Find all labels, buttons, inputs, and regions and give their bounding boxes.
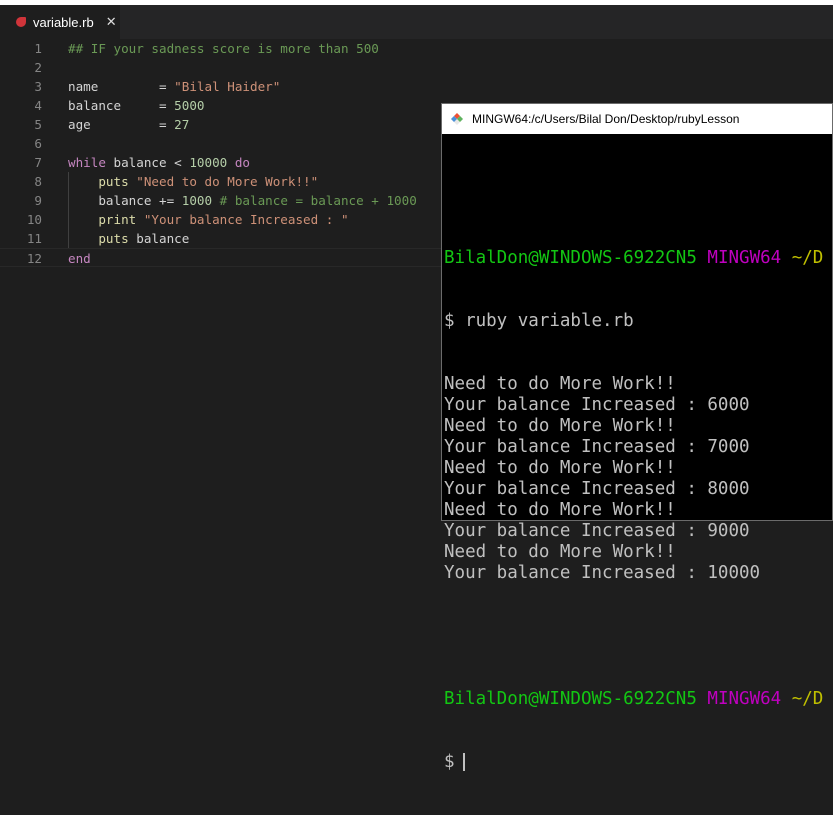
token-fn: puts (68, 231, 137, 246)
prompt-shell: MINGW64 (707, 689, 782, 709)
code-text: puts "Need to do More Work!!" (68, 172, 318, 191)
output-line: Need to do More Work!! (444, 500, 676, 520)
output-line: Need to do More Work!! (444, 458, 676, 478)
output-line: Need to do More Work!! (444, 374, 676, 394)
token-var: balance (68, 98, 159, 113)
line-number: 6 (34, 136, 42, 151)
command-line: $ ruby variable.rb (444, 311, 634, 331)
output-line: Your balance Increased : 8000 (444, 479, 750, 499)
output-line: Your balance Increased : 10000 (444, 563, 761, 583)
token-op: = (159, 98, 175, 113)
token-num: 5000 (174, 98, 205, 113)
token-kw: while (68, 155, 106, 170)
token-str: "Your balance Increased : " (143, 212, 349, 227)
code-text: puts balance (68, 229, 189, 248)
output-line: Need to do More Work!! (444, 416, 676, 436)
output-line: Your balance Increased : 9000 (444, 521, 750, 541)
token-op: = (159, 117, 175, 132)
code-text: balance = 5000 (68, 96, 205, 115)
token-op: = (159, 79, 175, 94)
token-var: name (68, 79, 159, 94)
code-text: age = 27 (68, 115, 189, 134)
editor-tab-bar: variable.rb ✕ (0, 5, 833, 39)
token-comment: # balance = balance + 1000 (212, 193, 417, 208)
terminal-window[interactable]: MINGW64:/c/Users/Bilal Don/Desktop/rubyL… (441, 103, 833, 772)
terminal-title-bar[interactable]: MINGW64:/c/Users/Bilal Don/Desktop/rubyL… (442, 104, 832, 134)
text-cursor (462, 753, 465, 771)
terminal-title: MINGW64:/c/Users/Bilal Don/Desktop/rubyL… (472, 112, 740, 126)
output-line: Need to do More Work!! (444, 542, 676, 562)
token-var: balance += (68, 193, 182, 208)
token-fn: puts (68, 174, 137, 189)
code-text: print "Your balance Increased : " (68, 210, 349, 229)
input-line[interactable]: $ (444, 752, 832, 773)
line-number: 12 (26, 251, 42, 266)
code-line[interactable]: 1 ## IF your sadness score is more than 5… (0, 39, 833, 58)
line-number: 8 (34, 174, 42, 189)
prompt-user: BilalDon@WINDOWS-6922CN5 (444, 689, 697, 709)
token-str: "Need to do More Work!!" (136, 174, 319, 189)
code-text: balance += 1000 # balance = balance + 10… (68, 191, 417, 210)
line-number: 5 (34, 117, 42, 132)
line-number: 7 (34, 155, 42, 170)
code-line[interactable]: 3 name = "Bilal Haider" (0, 77, 833, 96)
token-comment: ## IF your sadness score is more than 50… (68, 41, 379, 56)
line-number: 10 (26, 212, 42, 227)
token-num: 10000 (189, 155, 228, 170)
token-num: 27 (174, 117, 190, 132)
prompt-path: ~/D (791, 689, 824, 709)
line-number: 11 (26, 231, 42, 246)
prompt-path: ~/D (791, 248, 824, 268)
line-number: 1 (34, 41, 42, 56)
prompt-user: BilalDon@WINDOWS-6922CN5 (444, 248, 697, 268)
code-text: end (68, 249, 91, 268)
tab-filename: variable.rb (33, 14, 94, 30)
token-var: balance < (105, 155, 190, 170)
token-fn: print (68, 212, 144, 227)
git-bash-icon (451, 113, 463, 125)
token-kw: end (68, 251, 91, 266)
line-number: 4 (34, 98, 42, 113)
tab-variable-rb[interactable]: variable.rb ✕ (0, 5, 120, 39)
close-icon[interactable]: ✕ (106, 14, 117, 30)
output-line: Your balance Increased : 7000 (444, 437, 750, 457)
token-kw: do (227, 155, 250, 170)
token-num: 1000 (181, 193, 213, 208)
output-line: Your balance Increased : 6000 (444, 395, 750, 415)
prompt-line: BilalDon@WINDOWS-6922CN5 MINGW64 ~/D (444, 248, 832, 269)
token-var: balance (136, 231, 190, 246)
terminal-output[interactable]: BilalDon@WINDOWS-6922CN5 MINGW64 ~/D $ r… (442, 134, 832, 815)
code-line[interactable]: 2 (0, 58, 833, 77)
line-number: 9 (34, 193, 42, 208)
token-str: "Bilal Haider" (174, 79, 281, 94)
ruby-file-icon (16, 17, 26, 27)
token-var: age (68, 117, 159, 132)
code-text: ## IF your sadness score is more than 50… (68, 39, 379, 58)
prompt-dollar: $ (444, 752, 455, 772)
prompt-line: BilalDon@WINDOWS-6922CN5 MINGW64 ~/D (444, 689, 832, 710)
line-number: 3 (34, 79, 42, 94)
code-text: while balance < 10000 do (68, 153, 250, 172)
prompt-shell: MINGW64 (707, 248, 782, 268)
code-text: name = "Bilal Haider" (68, 77, 280, 96)
line-number: 2 (34, 60, 42, 75)
